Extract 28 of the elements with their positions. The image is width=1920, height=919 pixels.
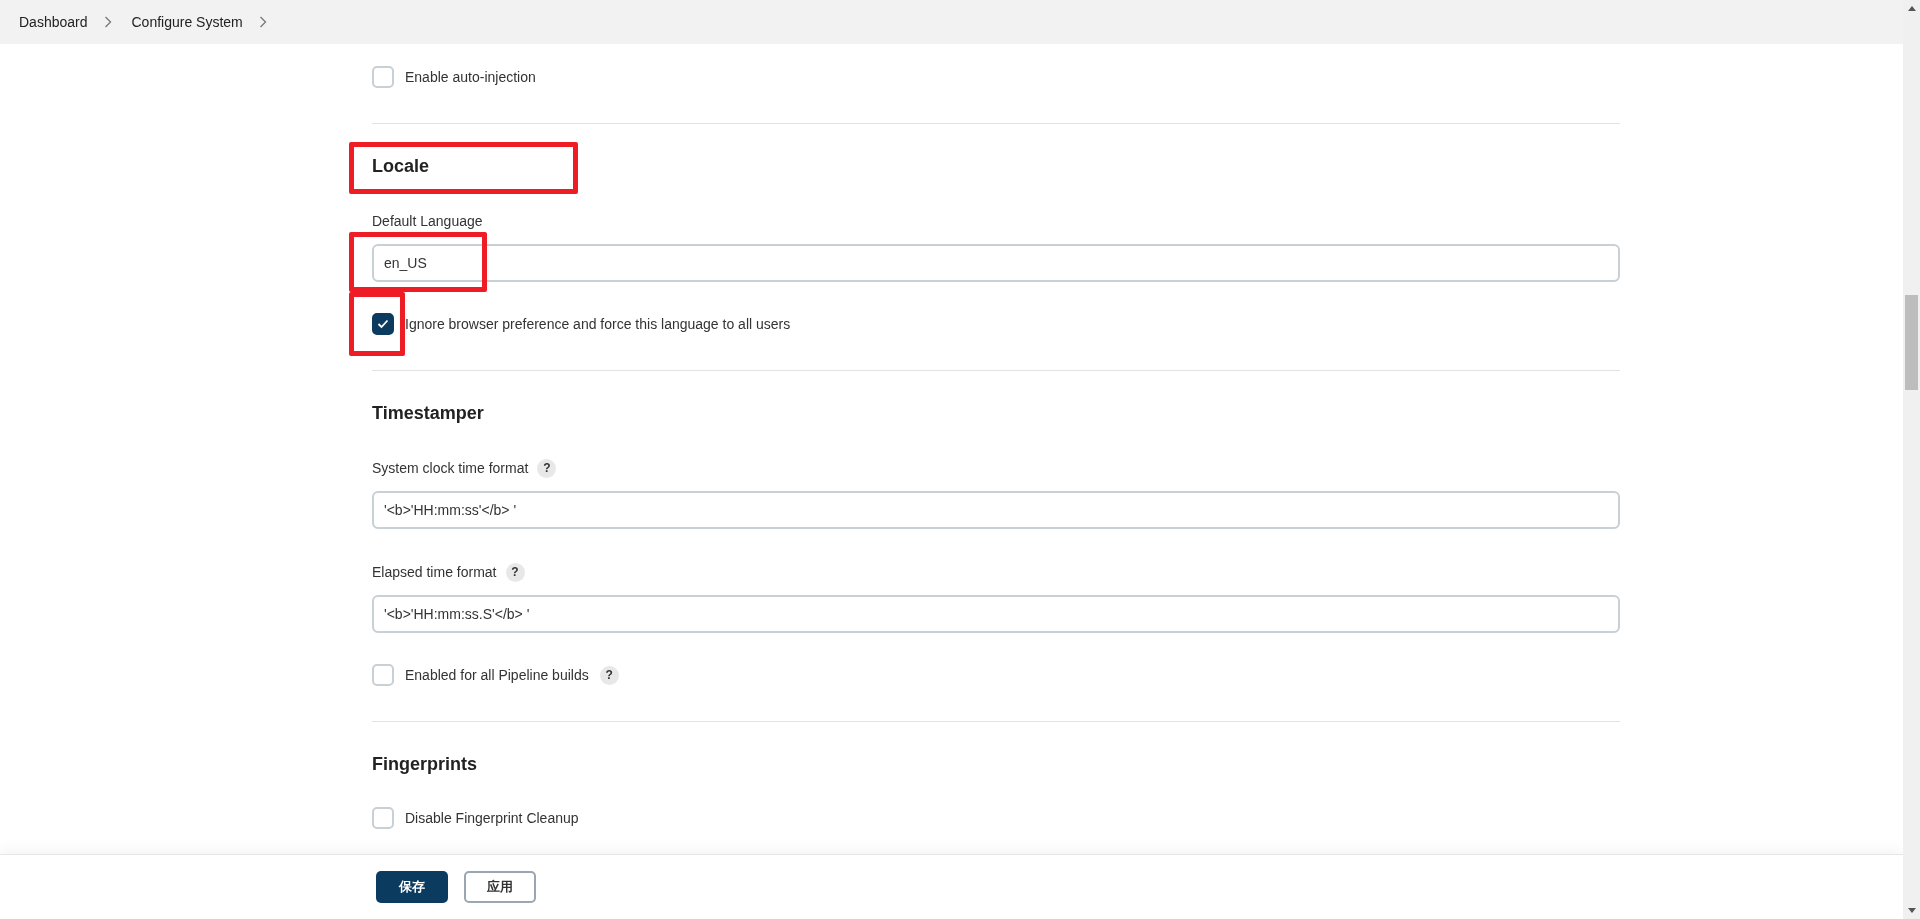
checkbox-label[interactable]: Enable auto-injection <box>405 69 536 85</box>
checkbox-label[interactable]: Disable Fingerprint Cleanup <box>405 810 579 826</box>
help-icon[interactable]: ? <box>505 562 525 582</box>
checkmark-icon <box>377 319 389 329</box>
scroll-thumb[interactable] <box>1905 295 1918 390</box>
help-icon[interactable]: ? <box>599 665 619 685</box>
field-label: System clock time format <box>372 460 529 476</box>
input-field[interactable]: '<b>'HH:mm:ss.S'</b> ' <box>372 595 1620 633</box>
checkbox-label[interactable]: Enabled for all Pipeline builds <box>405 667 589 683</box>
scrollbar[interactable] <box>1903 0 1920 919</box>
checkbox-label[interactable]: Ignore browser preference and force this language to all users <box>405 316 791 332</box>
help-icon[interactable]: ? <box>537 458 557 478</box>
breadcrumb-link[interactable]: Configure System <box>131 14 243 30</box>
section-heading: Timestamper <box>372 402 485 425</box>
scroll-up-icon[interactable] <box>1907 6 1916 11</box>
action-button[interactable]: 保存 <box>376 871 448 903</box>
scroll-down-icon[interactable] <box>1907 908 1916 913</box>
chevron-right-icon <box>103 16 112 28</box>
input-field[interactable]: '<b>'HH:mm:ss'</b> ' <box>372 491 1620 529</box>
field-label: Elapsed time format <box>372 564 497 580</box>
checkbox[interactable] <box>372 313 394 335</box>
action-button[interactable]: 应用 <box>464 871 536 903</box>
field-label: Default Language <box>372 213 483 229</box>
section-heading: Locale <box>372 155 431 178</box>
breadcrumb-link[interactable]: Dashboard <box>19 14 88 30</box>
chevron-right-icon <box>258 16 267 28</box>
section-heading: Fingerprints <box>372 753 478 776</box>
input-field[interactable]: en_US <box>372 244 1620 282</box>
